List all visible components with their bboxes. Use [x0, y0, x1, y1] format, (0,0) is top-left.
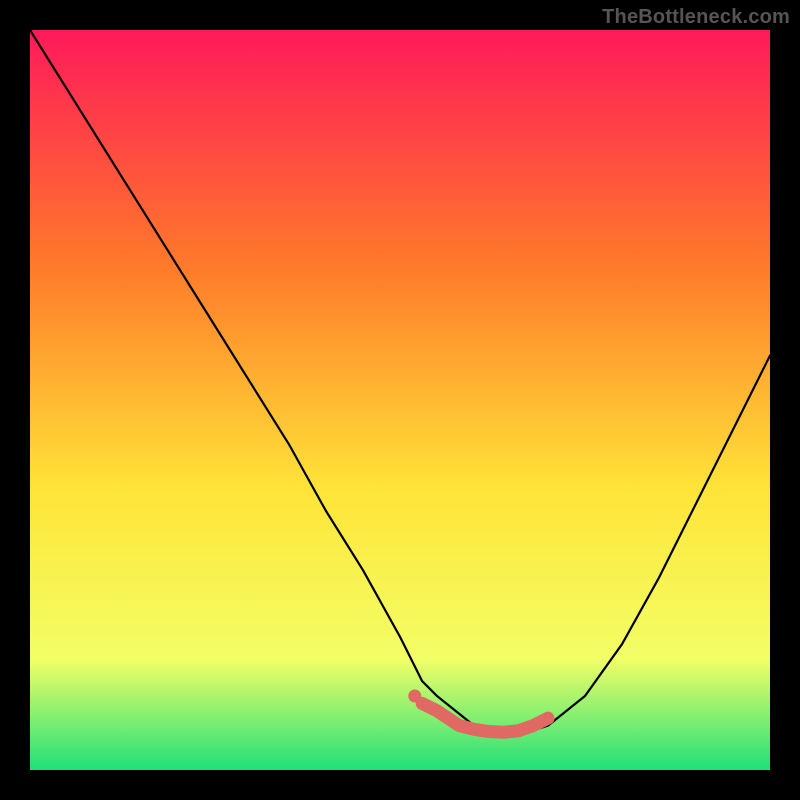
watermark-text: TheBottleneck.com — [602, 6, 790, 29]
chart-frame: TheBottleneck.com — [0, 0, 800, 800]
bottleneck-chart — [30, 30, 770, 770]
chart-valley-markers — [30, 30, 770, 770]
